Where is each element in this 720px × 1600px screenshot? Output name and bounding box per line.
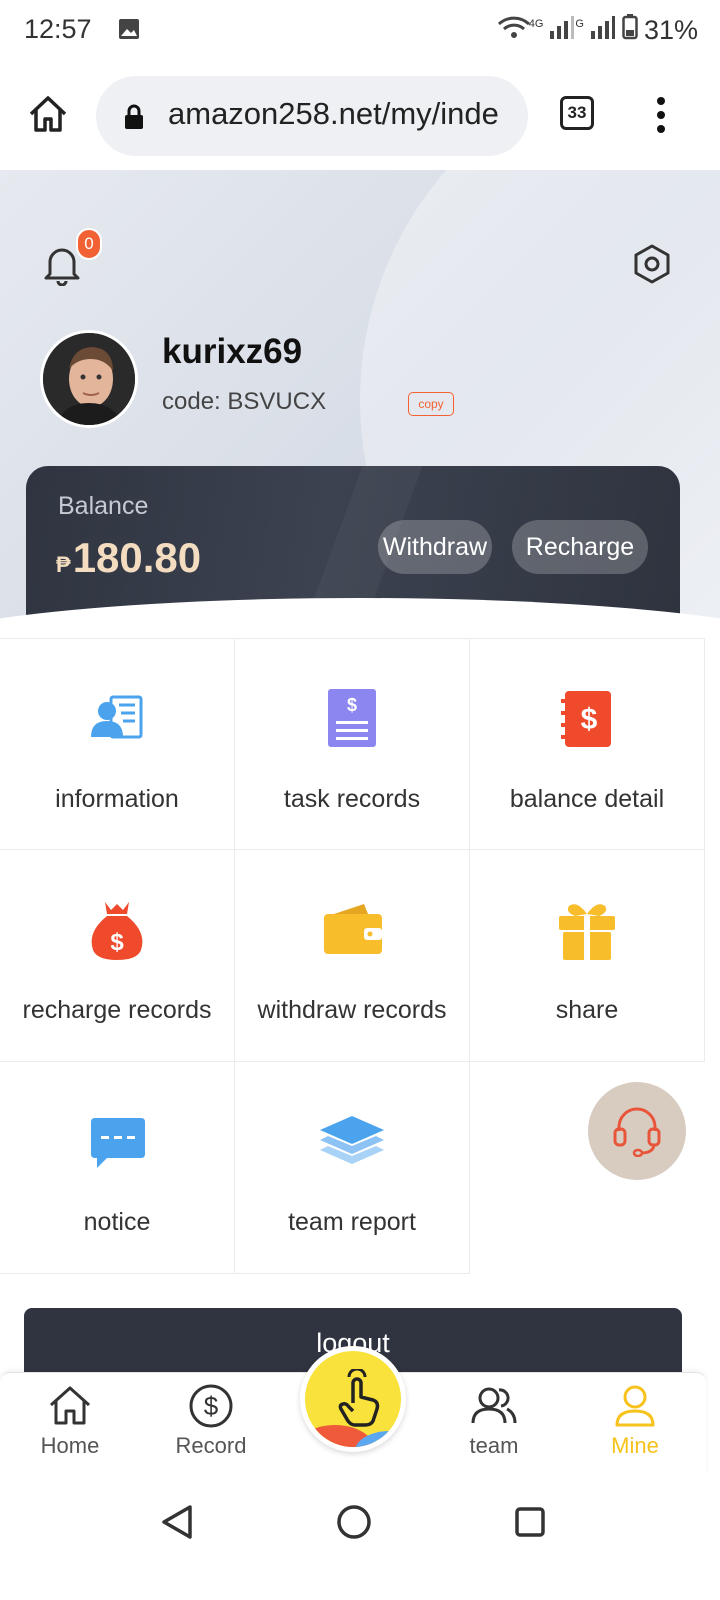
wifi-icon [497,14,531,47]
nav-record[interactable]: $ Record [151,1383,271,1473]
menu-label: withdraw records [257,996,447,1024]
withdraw-button[interactable]: Withdraw [378,520,492,574]
battery-percent: 31% [643,15,698,45]
avatar[interactable] [40,330,138,428]
menu-label: information [55,785,179,813]
sim2-type-label: G [575,17,584,30]
chat-bubble-icon [85,1110,149,1174]
money-bag-icon: $ [85,898,149,962]
menu-item-recharge-records[interactable]: $ recharge records [0,850,235,1062]
settings-hexagon-icon[interactable] [630,242,674,286]
balance-label: Balance [58,492,149,520]
address-bar[interactable]: amazon258.net/my/inde [96,76,528,156]
menu-item-notice[interactable]: notice [0,1062,235,1274]
nav-mine[interactable]: Mine [575,1383,695,1473]
currency-symbol: ₱ [56,552,71,577]
back-icon[interactable] [160,1504,194,1545]
invite-code: code: BSVUCX [162,388,327,415]
status-bar: 12:57 4G G 31% [0,0,720,62]
notification-badge: 0 [76,228,102,260]
home-circle-icon[interactable] [336,1504,372,1545]
menu-label: share [555,996,619,1024]
lock-icon [124,104,144,135]
ledger-dollar-icon: $ [555,687,619,751]
home-icon [47,1383,93,1429]
browser-toolbar: amazon258.net/my/inde 33 [0,62,720,170]
dollar-circle-icon: $ [188,1383,234,1429]
headset-icon [609,1101,665,1162]
status-time: 12:57 [24,14,92,44]
customer-support-button[interactable] [588,1082,686,1180]
recharge-button[interactable]: Recharge [512,520,648,574]
menu-label: balance detail [509,785,665,813]
layers-icon [320,1110,384,1174]
nav-home[interactable]: Home [10,1383,130,1473]
tab-switcher-button[interactable]: 33 [560,96,594,130]
svg-text:$: $ [204,1391,219,1421]
net-type-label: 4G [528,17,544,30]
svg-text:$: $ [347,695,357,715]
document-dollar-icon: $ [320,687,384,751]
browser-home-icon[interactable] [26,92,70,136]
recent-apps-icon[interactable] [514,1506,546,1543]
menu-label: notice [83,1208,151,1236]
status-indicators: 4G G 31% [497,14,698,47]
nav-label: Record [175,1433,247,1458]
nav-team[interactable]: team [434,1383,554,1473]
menu-label: task records [283,785,421,813]
menu-label: team report [288,1208,416,1236]
balance-amount: 180.80 [72,534,202,581]
copy-code-button[interactable]: copy [408,392,454,416]
menu-item-task-records[interactable]: $ task records [235,638,470,850]
id-card-icon [85,687,149,751]
svg-text:$: $ [581,703,598,736]
menu-item-withdraw-records[interactable]: withdraw records [235,850,470,1062]
menu-label: recharge records [22,996,212,1024]
menu-item-balance-detail[interactable]: $ balance detail [470,638,705,850]
username: kurixz69 [162,332,303,371]
tap-hand-icon [331,1367,385,1429]
more-options-icon[interactable] [654,96,668,134]
people-icon [471,1383,517,1429]
nav-label: Mine [611,1433,659,1458]
signal-icon [549,15,575,46]
grab-task-button[interactable] [300,1346,406,1452]
menu-item-information[interactable]: information [0,638,235,850]
signal-2-icon [590,15,616,46]
system-nav-bar [0,1476,720,1600]
menu-item-share[interactable]: share [470,850,705,1062]
nav-label: team [469,1433,519,1458]
nav-label: Home [40,1433,100,1458]
balance-amount-wrap: ₱180.80 [56,534,201,582]
battery-icon [622,14,638,47]
gallery-icon [118,18,140,45]
person-icon [612,1383,658,1429]
gift-icon [555,898,619,962]
profile-header: 0 kurixz69 code: BSVUCX copy Balance ₱18… [0,170,720,640]
url-text: amazon258.net/my/inde [168,96,499,131]
menu-item-team-report[interactable]: team report [235,1062,470,1274]
wallet-icon [320,898,384,962]
svg-text:$: $ [110,929,124,956]
